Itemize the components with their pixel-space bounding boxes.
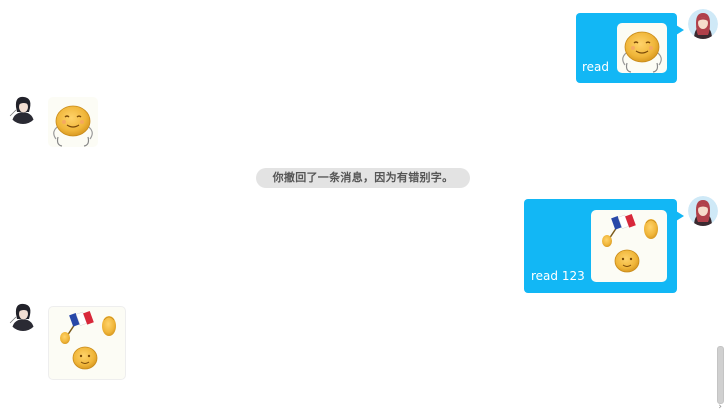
user-avatar-icon[interactable] bbox=[688, 196, 718, 226]
read-receipt-label: read 123 bbox=[531, 269, 585, 283]
user-avatar-icon[interactable] bbox=[688, 9, 718, 39]
outgoing-message-bubble[interactable]: read 123 bbox=[524, 199, 684, 293]
smiling-dough-icon[interactable] bbox=[48, 97, 98, 147]
read-receipt-label: read bbox=[582, 60, 610, 74]
outgoing-message-bubble[interactable]: read bbox=[576, 13, 684, 83]
chat-scrollbar[interactable] bbox=[717, 346, 724, 404]
scroll-down-icon[interactable]: › bbox=[718, 403, 722, 412]
contact-avatar-icon[interactable] bbox=[8, 301, 38, 331]
contact-avatar-icon[interactable] bbox=[8, 94, 38, 124]
recall-notice: 你撤回了一条消息，因为有错别字。 bbox=[256, 168, 470, 188]
flag-waving-dough-icon[interactable] bbox=[591, 210, 667, 282]
smiling-dough-icon[interactable] bbox=[617, 23, 667, 73]
flag-waving-dough-icon[interactable] bbox=[48, 306, 126, 380]
